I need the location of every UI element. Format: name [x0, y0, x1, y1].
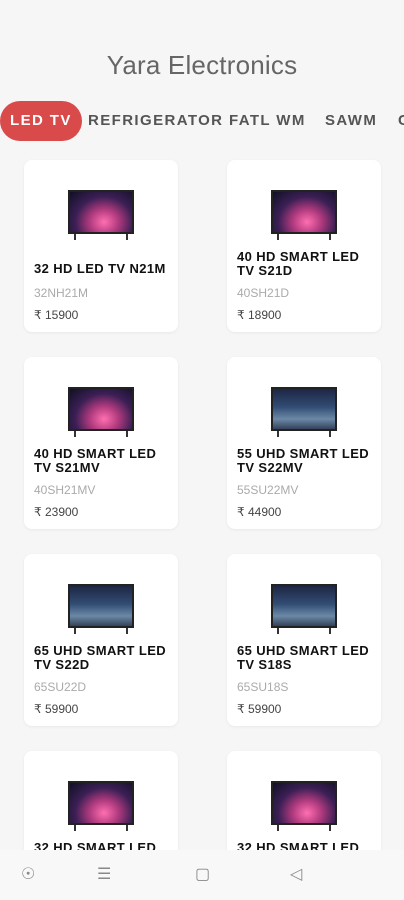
product-model: 40SH21MV	[34, 483, 96, 497]
category-tabs: LED TV REFRIGERATOR FATL WM SAWM C	[0, 101, 404, 141]
product-price: ₹ 23900	[34, 505, 79, 519]
tv-spiderman-image	[271, 584, 337, 634]
tab-fatl-wm[interactable]: FATL WM	[229, 101, 306, 141]
tv-galaxy-image	[68, 387, 134, 437]
assistant-circle-icon[interactable]: ☉	[21, 866, 35, 884]
product-card[interactable]: 32 HD SMART LED	[24, 751, 178, 850]
tv-galaxy-image	[271, 190, 337, 240]
product-name: 40 HD SMART LED TV S21MV	[34, 446, 157, 475]
app-title: Yara Electronics	[106, 50, 298, 80]
tab-sawm[interactable]: SAWM	[325, 101, 377, 141]
product-model: 65SU22D	[34, 680, 87, 694]
product-price: ₹ 44900	[237, 505, 282, 519]
product-price: ₹ 59900	[34, 702, 79, 716]
product-model: 40SH21D	[237, 286, 290, 300]
product-card[interactable]: 55 UHD SMART LED TV S22MV 55SU22MV ₹ 449…	[227, 357, 381, 529]
product-card[interactable]: 32 HD LED TV N21M 32NH21M ₹ 15900	[24, 160, 178, 332]
tab-c[interactable]: C	[398, 101, 404, 141]
product-card[interactable]: 65 UHD SMART LED TV S22D 65SU22D ₹ 59900	[24, 554, 178, 726]
tv-galaxy-image	[68, 190, 134, 240]
product-name: 32 HD SMART LED	[237, 840, 360, 851]
tv-galaxy-image	[271, 781, 337, 831]
product-model: 65SU18S	[237, 680, 289, 694]
product-price: ₹ 59900	[237, 702, 282, 716]
menu-lines-icon[interactable]: ☰	[97, 866, 111, 884]
tv-spiderman-image	[68, 584, 134, 634]
product-model: 32NH21M	[34, 286, 89, 300]
product-name: 65 UHD SMART LED TV S22D	[34, 643, 167, 672]
system-nav-bar: ☉ ☰ ▢ ◁	[0, 850, 404, 900]
tv-spiderman-image	[271, 387, 337, 437]
product-name: 32 HD LED TV N21M	[34, 261, 166, 276]
status-bar	[0, 0, 404, 40]
product-price: ₹ 15900	[34, 308, 79, 322]
back-triangle-icon[interactable]: ◁	[290, 866, 302, 884]
product-card[interactable]: 65 UHD SMART LED TV S18S 65SU18S ₹ 59900	[227, 554, 381, 726]
product-card[interactable]: 40 HD SMART LED TV S21D 40SH21D ₹ 18900	[227, 160, 381, 332]
product-card[interactable]: 32 HD SMART LED	[227, 751, 381, 850]
product-card[interactable]: 40 HD SMART LED TV S21MV 40SH21MV ₹ 2390…	[24, 357, 178, 529]
product-name: 55 UHD SMART LED TV S22MV	[237, 446, 370, 475]
tab-led-tv[interactable]: LED TV	[0, 101, 82, 141]
product-name: 40 HD SMART LED TV S21D	[237, 249, 360, 278]
product-name: 32 HD SMART LED	[34, 840, 157, 851]
product-price: ₹ 18900	[237, 308, 282, 322]
home-square-icon[interactable]: ▢	[195, 866, 210, 884]
product-grid: 32 HD LED TV N21M 32NH21M ₹ 15900 40 HD …	[0, 158, 404, 850]
product-name: 65 UHD SMART LED TV S18S	[237, 643, 370, 672]
tab-refrigerator[interactable]: REFRIGERATOR	[88, 101, 223, 141]
tv-galaxy-image	[68, 781, 134, 831]
product-model: 55SU22MV	[237, 483, 299, 497]
